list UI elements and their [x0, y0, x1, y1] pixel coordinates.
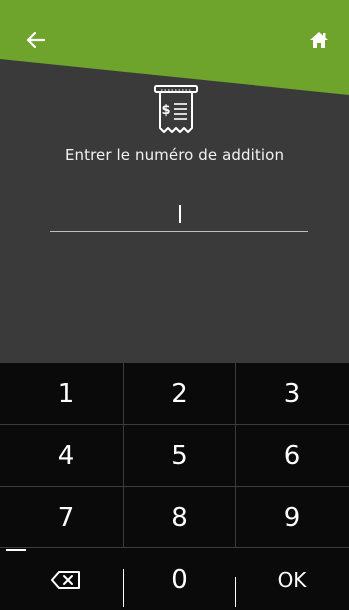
backspace-button[interactable] [10, 551, 122, 608]
keypad-divider [0, 486, 349, 487]
key-4[interactable]: 4 [10, 427, 122, 485]
home-icon [310, 32, 328, 48]
prompt-label: Entrer le numéro de addition [64, 146, 285, 164]
key-2[interactable]: 2 [124, 365, 235, 423]
keypad-divider [0, 547, 349, 548]
keypad-divider [0, 424, 349, 425]
key-0[interactable]: 0 [124, 551, 235, 608]
numeric-keypad: 1 2 3 4 5 6 7 8 9 0 OK [0, 363, 349, 610]
receipt-dollar-icon: $ [154, 85, 198, 133]
home-button[interactable] [303, 24, 335, 56]
key-7[interactable]: 7 [10, 489, 122, 547]
backspace-icon [51, 570, 80, 589]
key-3[interactable]: 3 [236, 365, 348, 423]
key-9[interactable]: 9 [236, 489, 348, 547]
bill-number-input[interactable] [50, 195, 308, 232]
app-screen: $ Entrer le numéro de addition 1 2 3 4 5… [0, 0, 349, 610]
svg-text:$: $ [161, 103, 170, 118]
arrow-left-icon [26, 31, 46, 49]
back-button[interactable] [20, 24, 52, 56]
key-6[interactable]: 6 [236, 427, 348, 485]
ok-button[interactable]: OK [236, 551, 348, 608]
key-1[interactable]: 1 [10, 365, 122, 423]
text-caret [179, 205, 181, 223]
key-5[interactable]: 5 [124, 427, 235, 485]
key-8[interactable]: 8 [124, 489, 235, 547]
